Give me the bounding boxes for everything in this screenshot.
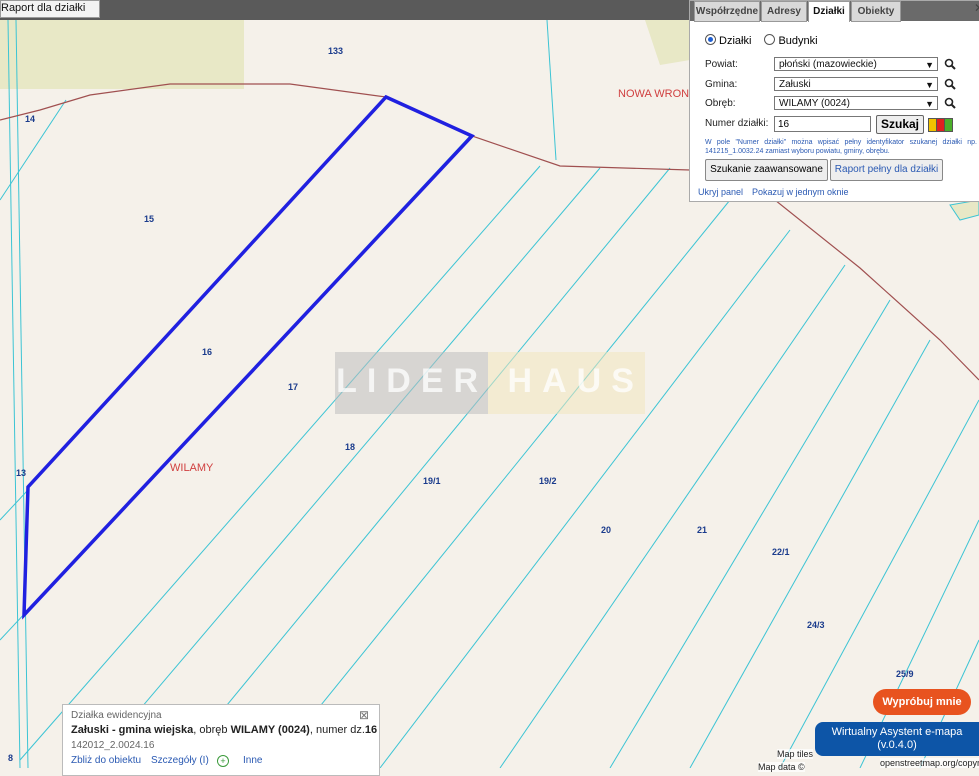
search-type: Działki Budynki (705, 33, 818, 47)
watermark: LIDER HAUS (335, 352, 645, 414)
one-window-link[interactable]: Pokazuj w jednym oknie (752, 187, 849, 197)
parcel-label: 19/2 (539, 476, 557, 486)
plus-icon[interactable]: + (217, 755, 229, 767)
farmland-area (0, 20, 244, 89)
parcel-label: 16 (202, 347, 213, 357)
parcel-number-input[interactable]: 16 (774, 116, 871, 132)
parcel-label: 8 (8, 753, 14, 763)
info-title: Działka ewidencyjna (71, 710, 162, 721)
parcel-label: 133 (328, 46, 344, 56)
parcel-label: 13 (16, 468, 27, 478)
powiat-select[interactable]: płoński (mazowieckie) ▼ (774, 57, 938, 71)
search-icon[interactable] (944, 78, 956, 90)
radio-budynki[interactable] (764, 34, 776, 45)
tab-wspolrzedne[interactable]: Współrzędne (694, 1, 760, 22)
attribution: Map tiles (777, 749, 814, 759)
parcel-label: 18 (345, 442, 356, 452)
parcel-label: 20 (601, 525, 612, 535)
attribution: Map data © (758, 762, 805, 772)
search-panel: Współrzędne Adresy Działki Obiekty ✕ Dzi… (689, 0, 979, 202)
info-description: Załuski - gmina wiejska, obręb WILAMY (0… (71, 724, 378, 736)
powiat-label: Powiat: (705, 59, 738, 70)
gmina-select[interactable]: Załuski ▼ (774, 77, 938, 91)
village-label: WILAMY (170, 462, 214, 474)
search-icon[interactable] (944, 97, 956, 109)
tab-obiekty[interactable]: Obiekty (851, 1, 901, 22)
chevron-down-icon: ▼ (925, 99, 934, 109)
tab-dzialki[interactable]: Działki (808, 1, 850, 22)
radio-budynki-label: Budynki (778, 35, 818, 47)
attribution-link[interactable]: openstreetmap.org/copyr (880, 758, 979, 768)
color-swatch-green[interactable] (944, 118, 953, 132)
village-label: NOWA WRON (618, 88, 690, 100)
try-me-button[interactable]: Wypróbuj mnie (873, 689, 971, 715)
info-identifier: 142012_2.0024.16 (71, 740, 155, 751)
tab-adresy[interactable]: Adresy (761, 1, 807, 22)
details-link[interactable]: Szczegóły (I) (151, 755, 209, 766)
other-link[interactable]: Inne (243, 755, 262, 766)
parcel-label: 17 (288, 382, 299, 392)
hide-panel-link[interactable]: Ukryj panel (698, 187, 743, 197)
obreb-label: Obręb: (705, 98, 736, 109)
full-report-button[interactable]: Raport pełny dla działki (830, 159, 943, 181)
tab-bar: Współrzędne Adresy Działki Obiekty ✕ (690, 1, 979, 22)
parcel-label: 21 (697, 525, 708, 535)
obreb-select[interactable]: WILAMY (0024) ▼ (774, 96, 938, 110)
parcel-label: 19/1 (423, 476, 441, 486)
advanced-search-button[interactable]: Szukanie zaawansowane (705, 159, 828, 181)
virtual-assistant-button[interactable]: Wirtualny Asystent e-mapa (v.0.4.0) (815, 722, 979, 756)
close-icon[interactable]: ⊠ (359, 708, 369, 722)
gmina-label: Gmina: (705, 79, 738, 90)
close-icon[interactable]: ✕ (974, 1, 979, 15)
chevron-down-icon: ▼ (925, 60, 934, 70)
chevron-down-icon: ▼ (925, 80, 934, 90)
parcel-label: 22/1 (772, 547, 790, 557)
parcel-label: 25/9 (896, 669, 914, 679)
radio-dzialki[interactable] (705, 34, 716, 45)
radio-dzialki-label: Działki (719, 35, 752, 47)
numer-label: Numer działki: (705, 118, 769, 129)
parcel-label: 14 (25, 114, 36, 124)
parcel-label: 24/3 (807, 620, 825, 630)
parcel-info-box: Działka ewidencyjna Załuski - gmina wiej… (62, 704, 380, 776)
zoom-to-object-link[interactable]: Zbliż do obiektu (71, 755, 141, 766)
report-button[interactable]: Raport dla działki (0, 0, 101, 18)
search-button[interactable]: Szukaj (876, 115, 924, 134)
search-icon[interactable] (944, 58, 956, 70)
parcel-label: 15 (144, 214, 155, 224)
search-hint: W pole "Numer działki" można wpisać pełn… (705, 139, 977, 155)
